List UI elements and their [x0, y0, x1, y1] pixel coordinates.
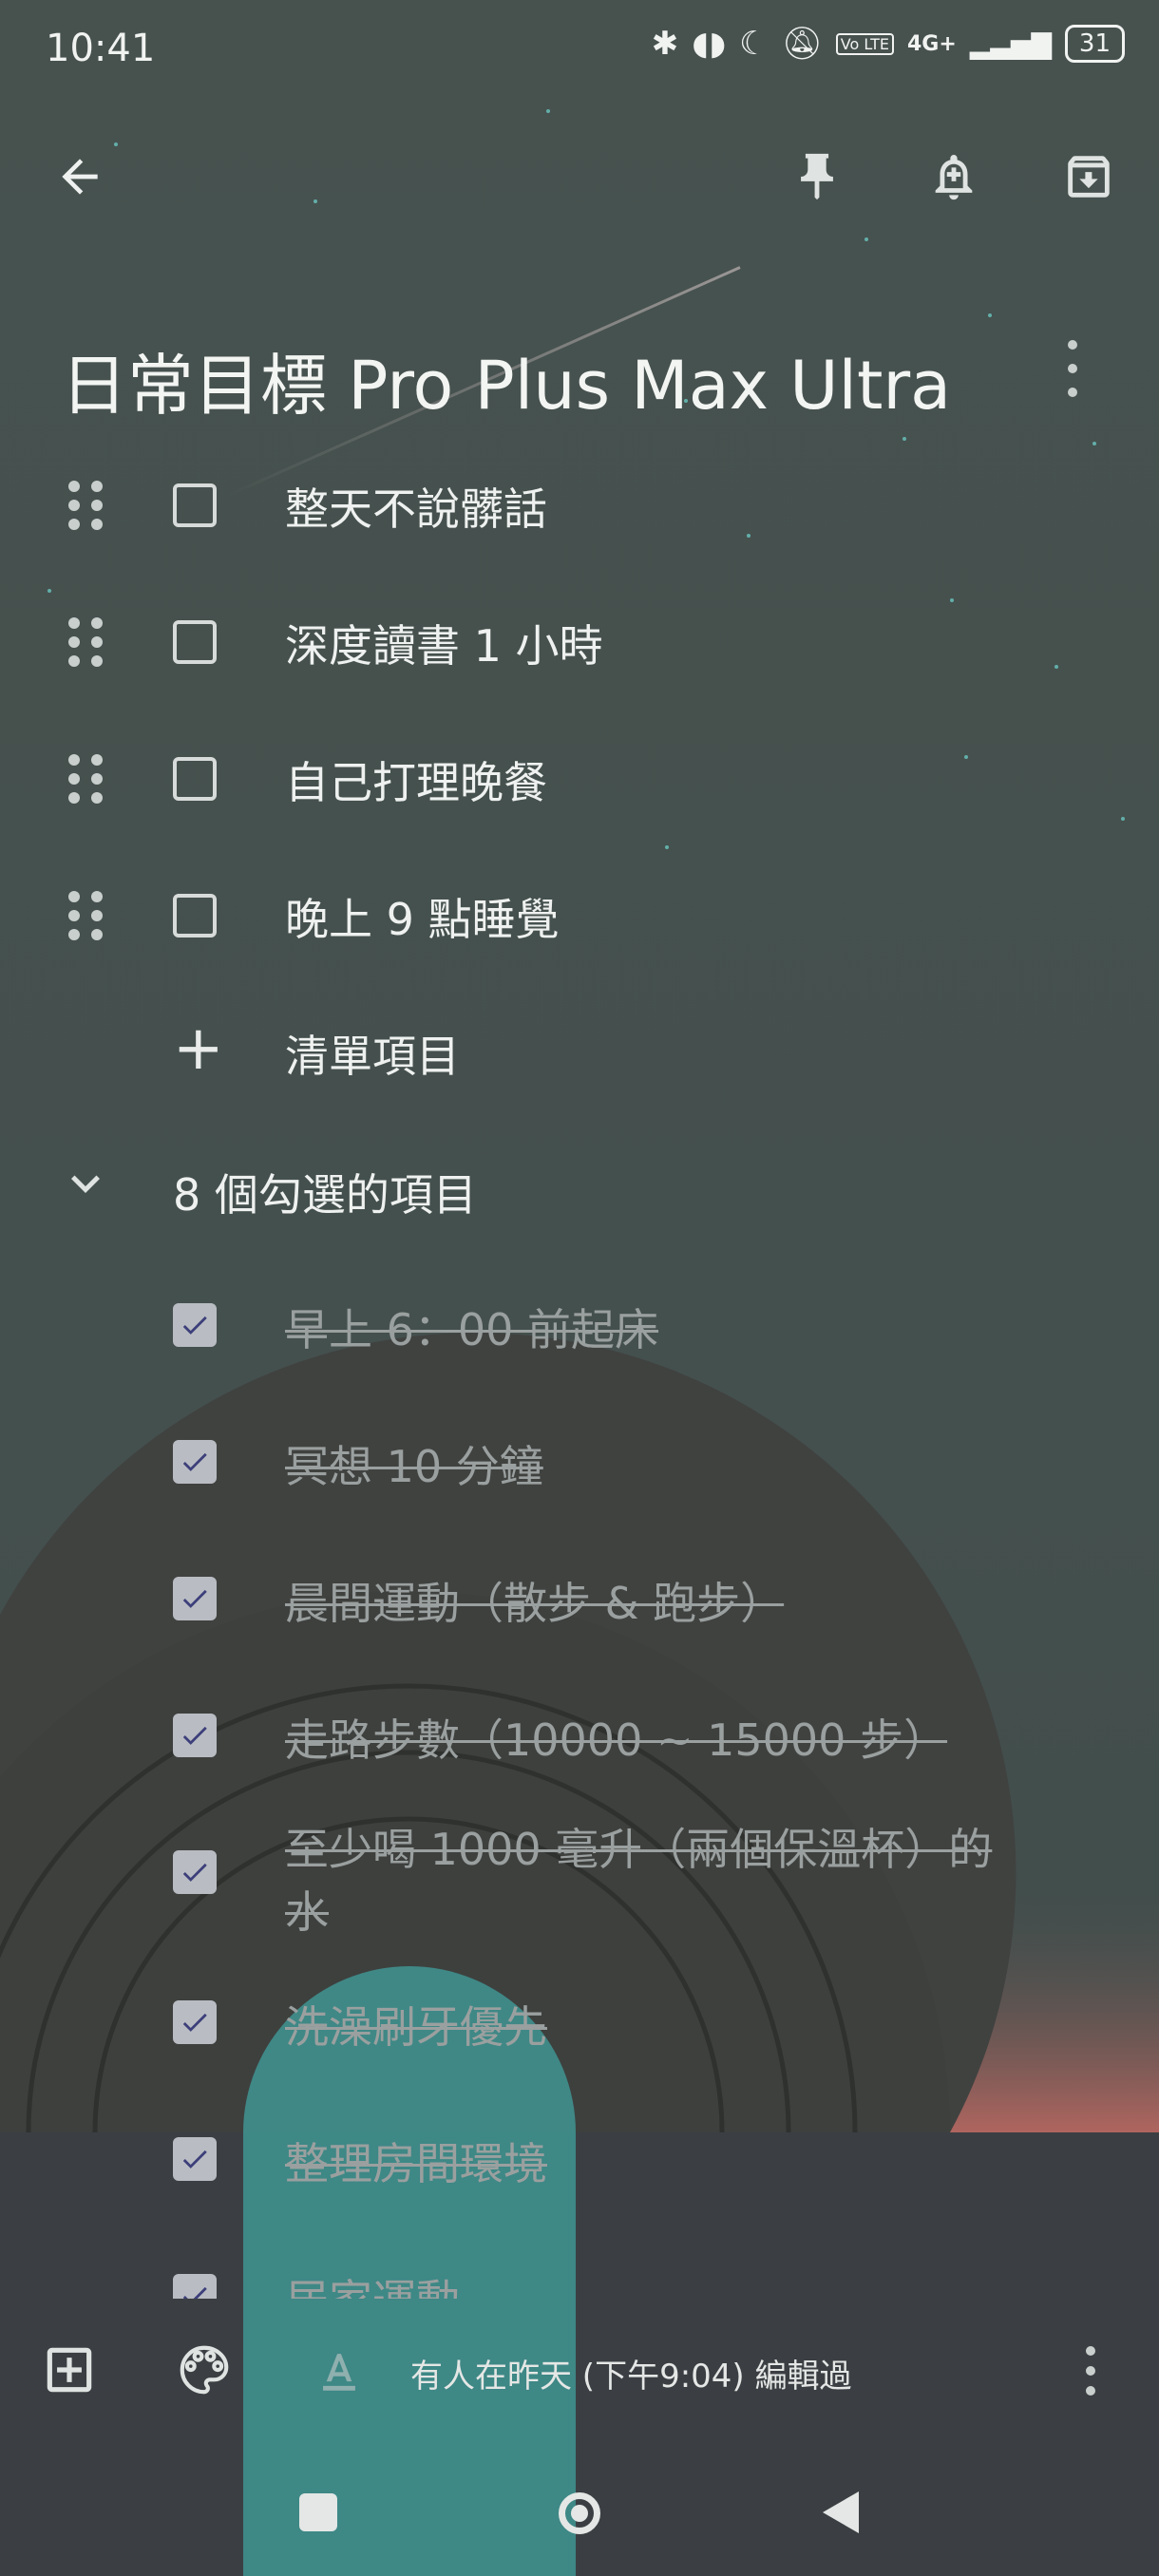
edited-status: 有人在昨天 (下午9:04) 編輯過: [410, 2358, 852, 2396]
item-checkbox[interactable]: [173, 757, 217, 801]
item-label[interactable]: 走路步數（10000 ~ 15000 步）: [285, 1706, 947, 1769]
network-label: 4G+: [906, 31, 957, 56]
palette-icon: [180, 2345, 229, 2395]
archive-button[interactable]: [1053, 141, 1125, 213]
list-item[interactable]: 深度讀書 1 小時: [0, 574, 1159, 710]
item-checkbox-checked[interactable]: [173, 1440, 217, 1484]
item-label[interactable]: 深度讀書 1 小時: [285, 612, 603, 674]
checked-list-item[interactable]: 至少喝 1000 毫升（兩個保溫杯）的水: [0, 1805, 1159, 1976]
back-triangle-icon: [823, 2491, 859, 2533]
checked-list-item[interactable]: 居家運動: [0, 2228, 1159, 2299]
home-circle-icon: [559, 2492, 600, 2534]
checked-list-item[interactable]: 洗澡刷牙優先: [0, 1955, 1159, 2092]
drag-handle-icon[interactable]: [68, 891, 103, 940]
recents-button[interactable]: [285, 2479, 352, 2546]
item-label[interactable]: 晨間運動（散步 & 跑步）: [285, 1569, 784, 1632]
archive-icon: [1068, 156, 1110, 198]
pin-button[interactable]: [781, 141, 853, 213]
add-item-label: 清單項目: [285, 1031, 460, 1082]
item-label[interactable]: 自己打理晚餐: [285, 748, 547, 811]
item-label[interactable]: 洗澡刷牙優先: [285, 1993, 547, 2055]
check-icon: [182, 1726, 207, 1745]
item-label[interactable]: 居家運動: [285, 2266, 460, 2299]
check-icon: [182, 1589, 207, 1608]
chevron-down-icon: [71, 1175, 100, 1193]
more-options-button[interactable]: [1072, 2346, 1110, 2396]
drag-handle-icon[interactable]: [68, 481, 103, 530]
bell-off-icon: 🔕︎: [781, 25, 823, 63]
back-button[interactable]: [46, 142, 114, 211]
item-checkbox[interactable]: [173, 894, 217, 938]
bell-plus-icon: [935, 155, 973, 200]
item-label[interactable]: 至少喝 1000 毫升（兩個保溫杯）的水: [285, 1818, 1007, 1943]
add-content-button[interactable]: [36, 2337, 103, 2403]
background-color-button[interactable]: [171, 2337, 238, 2403]
checked-list-item[interactable]: 走路步數（10000 ~ 15000 步）: [0, 1668, 1159, 1805]
text-format-icon: [323, 2354, 355, 2391]
list-item[interactable]: 整天不說髒話: [0, 437, 1159, 574]
checked-list-item[interactable]: 早上 6：00 前起床: [0, 1258, 1159, 1394]
pin-icon: [801, 153, 833, 200]
check-icon: [182, 1863, 207, 1882]
more-vert-icon: [1068, 340, 1077, 350]
add-list-item-button[interactable]: + 清單項目: [0, 984, 1159, 1121]
checked-section-label[interactable]: 8 個勾選的項目: [173, 1161, 477, 1223]
checked-section-toggle[interactable]: [57, 1155, 114, 1212]
checked-list-item[interactable]: 冥想 10 分鐘: [0, 1394, 1159, 1531]
check-icon: [182, 2286, 207, 2299]
item-checkbox[interactable]: [173, 620, 217, 664]
item-checkbox-checked[interactable]: [173, 1850, 217, 1894]
arrow-left-icon: [62, 159, 98, 195]
item-checkbox-checked[interactable]: [173, 2000, 217, 2044]
checked-list-item[interactable]: 晨間運動（散步 & 跑步）: [0, 1531, 1159, 1668]
list-item[interactable]: 晚上 9 點睡覺: [0, 847, 1159, 984]
item-checkbox-checked[interactable]: [173, 2274, 217, 2299]
title-more-button[interactable]: [1054, 340, 1092, 397]
back-nav-button[interactable]: [808, 2479, 874, 2546]
check-icon: [182, 2013, 207, 2032]
list-item[interactable]: 自己打理晚餐: [0, 710, 1159, 847]
item-checkbox-checked[interactable]: [173, 1714, 217, 1757]
bluetooth-icon: ✱: [651, 25, 679, 63]
status-time: 10:41: [46, 27, 156, 70]
item-checkbox-checked[interactable]: [173, 1577, 217, 1620]
volte-badge: Vo LTE: [835, 32, 894, 55]
earbuds-icon: ◖◗: [692, 25, 727, 63]
system-nav-bar: [0, 2451, 1159, 2576]
recents-square-icon: [299, 2493, 337, 2531]
item-label[interactable]: 晚上 9 點睡覺: [285, 885, 560, 948]
item-label[interactable]: 冥想 10 分鐘: [285, 1432, 543, 1495]
text-format-button[interactable]: [306, 2337, 372, 2403]
item-label[interactable]: 整天不說髒話: [285, 475, 547, 538]
more-vert-icon: [1086, 2346, 1095, 2356]
reminder-button[interactable]: [918, 141, 990, 213]
note-title[interactable]: 日常目標 Pro Plus Max Ultra: [61, 332, 951, 428]
plus-icon: +: [173, 1013, 224, 1084]
drag-handle-icon[interactable]: [68, 617, 103, 667]
home-button[interactable]: [545, 2479, 614, 2548]
battery-indicator: 31: [1064, 25, 1125, 63]
drag-handle-icon[interactable]: [68, 754, 103, 804]
check-icon: [182, 1452, 207, 1471]
item-checkbox-checked[interactable]: [173, 1303, 217, 1347]
item-checkbox[interactable]: [173, 483, 217, 527]
item-label[interactable]: 早上 6：00 前起床: [285, 1296, 658, 1358]
add-box-icon: [47, 2347, 92, 2393]
check-icon: [182, 1316, 207, 1335]
signal-icon: ▂▃▅▇: [969, 28, 1052, 60]
check-icon: [182, 2150, 207, 2169]
item-label[interactable]: 整理房間環境: [285, 2130, 547, 2192]
checked-list-item[interactable]: 整理房間環境: [0, 2092, 1159, 2228]
status-icons: ✱ ◖◗ ☾ 🔕︎ Vo LTE 4G+ ▂▃▅▇ 31: [652, 25, 1125, 63]
moon-icon: ☾: [739, 25, 769, 63]
item-checkbox-checked[interactable]: [173, 2137, 217, 2181]
